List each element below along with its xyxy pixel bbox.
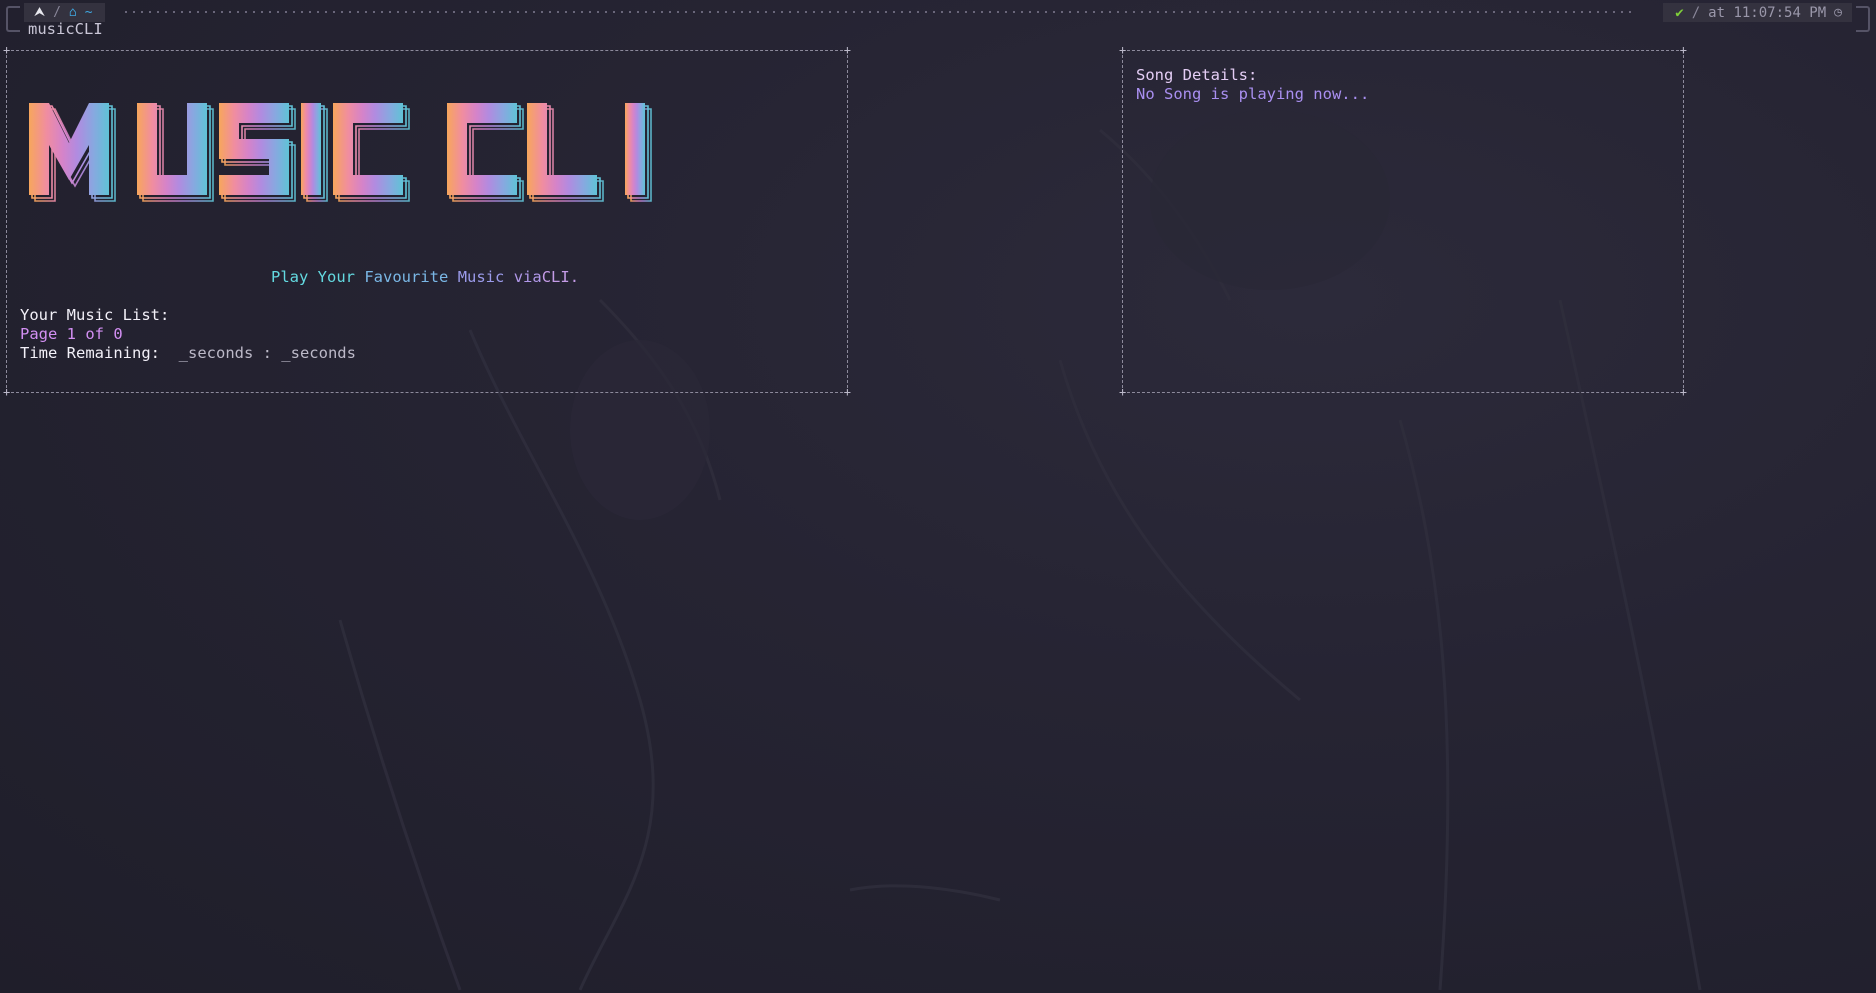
prompt-right-bracket	[1856, 6, 1870, 32]
corner-mark: +	[3, 43, 11, 57]
subtitle-word: Play Your	[271, 268, 355, 286]
prompt-filler-dots	[122, 11, 1636, 13]
status-ok-icon: ✔	[1675, 4, 1684, 21]
corner-mark: +	[1119, 385, 1127, 399]
time-remaining-value: _seconds : _seconds	[178, 344, 356, 362]
music-panel: + + + + Play Your Favourite Music viaCLI…	[3, 44, 851, 398]
song-details-label: Song Details:	[1136, 66, 1258, 84]
song-status: No Song is playing now...	[1136, 85, 1370, 103]
corner-mark: +	[843, 43, 851, 57]
corner-mark: +	[1119, 43, 1127, 57]
corner-mark: +	[1679, 43, 1687, 57]
page-indicator: Page 1 of 0	[20, 325, 123, 343]
song-details-panel: + + + + Song Details: No Song is playing…	[1119, 44, 1687, 398]
time-remaining: Time Remaining: _seconds : _seconds	[20, 344, 356, 362]
home-icon: ⌂	[68, 5, 77, 20]
subtitle-word: via	[513, 268, 542, 286]
corner-mark: +	[1679, 385, 1687, 399]
corner-mark: +	[843, 385, 851, 399]
subtitle-word: Music	[457, 268, 505, 286]
music-list-label: Your Music List:	[20, 306, 170, 324]
subtitle-word: Favourite	[364, 268, 449, 286]
prompt-segment-right: ✔ / at 11:07:54 PM ◷	[1663, 3, 1852, 22]
subtitle: Play Your Favourite Music viaCLI.	[271, 268, 579, 286]
time-remaining-label: Time Remaining:	[20, 344, 160, 362]
arch-icon: ⮝	[34, 5, 46, 20]
prompt-left-bracket	[6, 6, 20, 32]
corner-mark: +	[3, 385, 11, 399]
clock-icon: ◷	[1834, 5, 1842, 20]
music-cli-logo	[29, 103, 652, 202]
subtitle-word: CLI.	[541, 268, 580, 286]
segment-separator: /	[53, 5, 61, 20]
path-text: ~	[84, 5, 93, 20]
window-title: musicCLI	[28, 20, 103, 38]
segment-separator: /	[1691, 4, 1701, 21]
time-text: at 11:07:54 PM	[1708, 4, 1827, 21]
